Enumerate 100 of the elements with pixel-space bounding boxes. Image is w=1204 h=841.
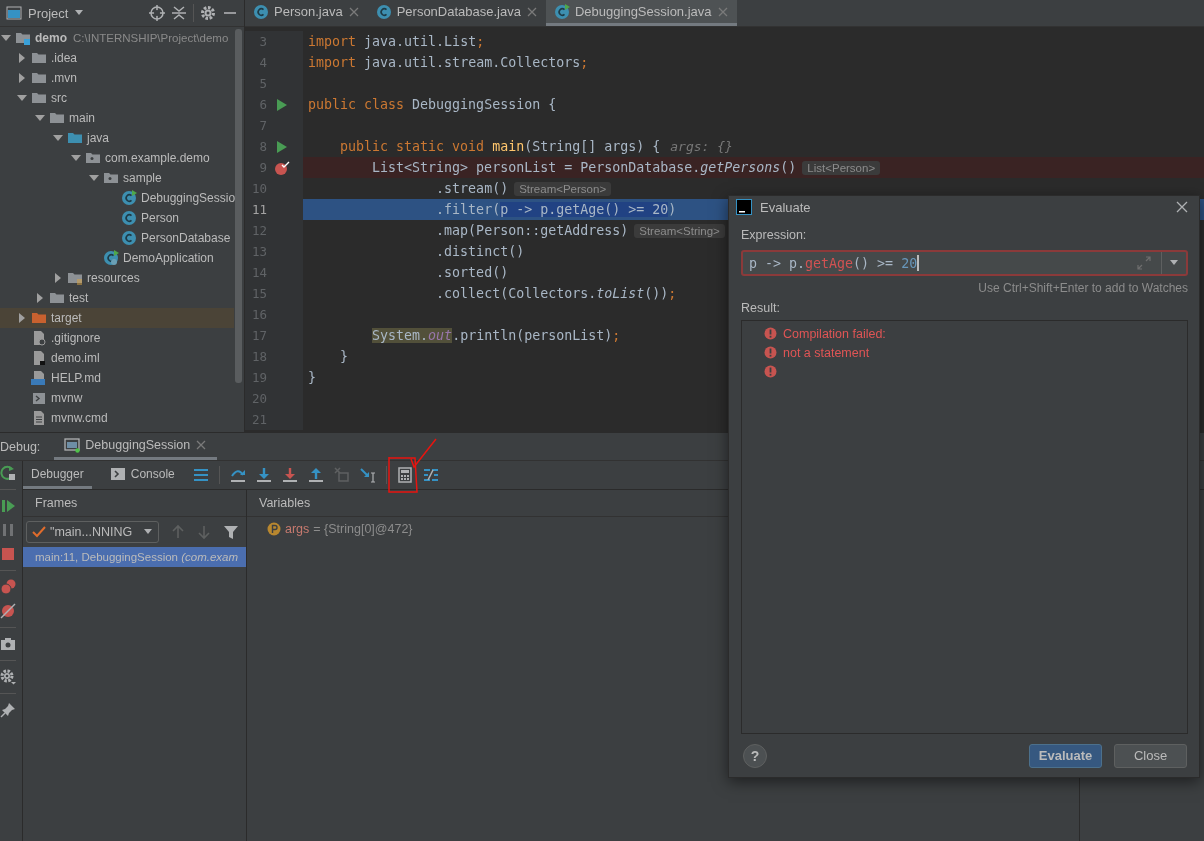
tree-item[interactable]: HELP.md — [0, 368, 234, 388]
editor-tab[interactable]: DebuggingSession.java — [545, 0, 737, 26]
collapse-all-icon[interactable] — [171, 5, 187, 21]
tree-item[interactable]: mvnw — [0, 388, 234, 408]
dialog-title: Evaluate — [760, 199, 811, 215]
close-button[interactable]: Close — [1114, 743, 1187, 768]
tree-item[interactable]: PersonDatabase — [0, 228, 234, 248]
resume-icon[interactable] — [0, 498, 16, 514]
trace-icon[interactable] — [422, 467, 439, 483]
session-tab[interactable]: DebuggingSession — [54, 433, 218, 460]
package-icon — [103, 170, 119, 186]
debug-tab[interactable]: Debugger — [23, 461, 92, 489]
code-line: .collect(Collectors.toList()); — [435, 286, 677, 301]
code-line: import java.util.stream.Collectors; — [308, 55, 589, 70]
rerun-icon[interactable] — [0, 465, 16, 481]
calculator-icon[interactable] — [396, 467, 413, 483]
close-icon[interactable] — [1175, 200, 1189, 215]
tree-item[interactable]: .gitignore — [0, 328, 234, 348]
breakpoint-icon[interactable] — [274, 159, 290, 176]
pane-title: Variables — [259, 496, 311, 510]
field-label: Expression: — [741, 227, 808, 245]
class-icon — [253, 3, 269, 20]
code-line: } — [308, 370, 316, 385]
tree-item-label: HELP.md — [51, 371, 101, 385]
step-out-icon[interactable] — [307, 467, 324, 483]
camera-icon[interactable] — [0, 636, 16, 652]
tree-item-label: java — [87, 131, 109, 145]
editor-tab[interactable]: PersonDatabase.java — [367, 0, 546, 26]
tree-item[interactable]: Person — [0, 208, 234, 228]
module-folder-icon — [15, 30, 31, 46]
code-line: import java.util.List; — [308, 34, 485, 49]
tree-item[interactable]: demo.iml — [0, 348, 234, 368]
stop-icon[interactable] — [0, 546, 16, 562]
file-icon — [31, 330, 47, 346]
class-icon — [121, 230, 137, 246]
class-icon — [121, 190, 137, 206]
tree-item[interactable]: mvnw.cmd — [0, 408, 234, 428]
step-into-icon[interactable] — [255, 467, 272, 483]
tree-item[interactable]: target — [0, 308, 234, 328]
settings-icon[interactable] — [200, 5, 216, 21]
close-icon[interactable] — [195, 439, 208, 451]
scrollbar-thumb[interactable] — [235, 29, 242, 383]
code-line: public static void main(String[] args) { — [339, 139, 661, 154]
parameter-icon — [267, 522, 281, 536]
code-line: System.out.println(personList); — [371, 328, 621, 343]
type-hint: Stream<String> — [634, 223, 725, 238]
expression-field[interactable]: p -> p.getAge() >= 20 — [741, 250, 1188, 277]
tree-item[interactable]: main — [0, 108, 234, 128]
tree-item[interactable]: com.example.demo — [0, 148, 234, 168]
folder-icon — [31, 50, 47, 66]
evaluate-button[interactable]: Evaluate — [1029, 743, 1102, 768]
tree-item[interactable]: .idea — [0, 48, 234, 68]
panel-title: Debug: — [0, 439, 41, 454]
folder-icon — [31, 70, 47, 86]
type-hint: List<Person> — [802, 160, 881, 175]
tree-item-label: com.example.demo — [105, 151, 210, 165]
editor-tab[interactable]: Person.java — [245, 0, 368, 26]
settings-icon[interactable] — [0, 669, 16, 685]
force-step-into-icon[interactable] — [281, 467, 298, 483]
tree-item[interactable]: src — [0, 88, 234, 108]
tree-item-label: .idea — [51, 51, 78, 65]
locate-icon[interactable] — [149, 5, 165, 21]
code-line: .stream() — [435, 181, 509, 196]
tree-item[interactable]: java — [0, 128, 234, 148]
tree-item[interactable]: sample — [0, 168, 234, 188]
tree-item-label: demo.iml — [51, 351, 100, 365]
tree-item[interactable]: test — [0, 288, 234, 308]
run-to-cursor-icon[interactable] — [359, 467, 376, 483]
close-icon[interactable] — [525, 5, 538, 18]
filter-icon[interactable] — [223, 524, 239, 540]
thread-dropdown[interactable]: "main...NNING — [26, 521, 159, 543]
type-hint: Stream<Person> — [514, 181, 612, 196]
tree-item-label: target — [51, 311, 82, 325]
tree-item[interactable]: demo C:\INTERNSHIP\Project\demo — [0, 28, 234, 48]
help-button[interactable]: ? — [743, 743, 767, 768]
error-icon — [764, 346, 777, 360]
panel-title[interactable]: Project — [28, 5, 69, 21]
app-icon — [736, 199, 752, 216]
markdown-file-icon — [31, 370, 47, 386]
value-hint: args: {} — [670, 139, 733, 154]
close-icon[interactable] — [347, 5, 360, 18]
folder-icon — [31, 310, 47, 326]
tree-item[interactable]: DemoApplication — [0, 248, 234, 268]
tree-item-label: test — [69, 291, 89, 305]
window-icon[interactable] — [6, 5, 22, 21]
tree-item[interactable]: DebuggingSessio — [0, 188, 234, 208]
pin-icon[interactable] — [0, 702, 16, 718]
field-label: Result: — [741, 300, 781, 318]
tree-item[interactable]: .mvn — [0, 68, 234, 88]
tree-item-label: .gitignore — [51, 331, 101, 345]
menu-icon[interactable] — [192, 467, 209, 483]
step-over-icon[interactable] — [229, 467, 246, 483]
code-line: public class DebuggingSession { — [308, 97, 557, 112]
debug-tab[interactable]: Console — [101, 461, 183, 489]
tree-item[interactable]: resources — [0, 268, 234, 288]
breakpoints-icon[interactable] — [0, 579, 16, 595]
tree-item-label: DebuggingSessio — [141, 191, 236, 205]
module-path: C:\INTERNSHIP\Project\demo — [73, 32, 229, 44]
mute-breakpoints-icon[interactable] — [0, 603, 16, 619]
tree-item-label: mvnw.cmd — [51, 411, 108, 425]
